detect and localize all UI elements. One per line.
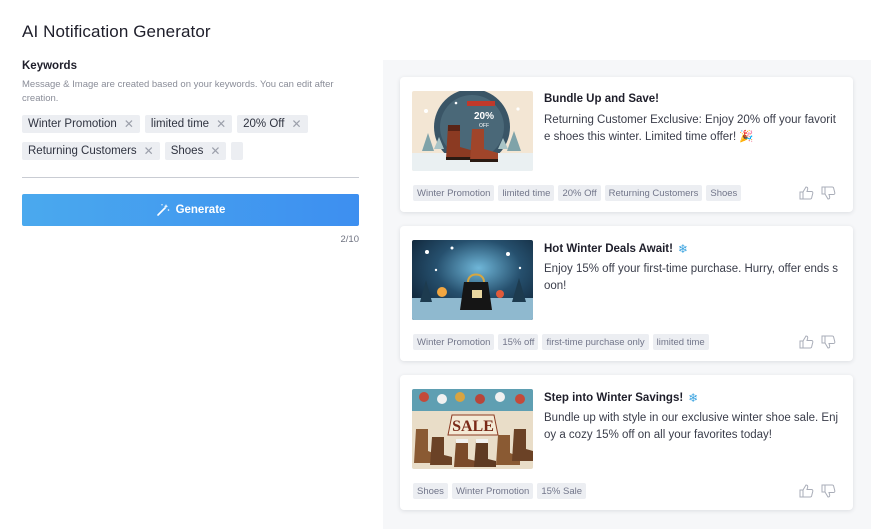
keyword-chip-label: limited time — [150, 118, 210, 130]
keyword-chip: Returning Customers ✕ — [22, 142, 160, 160]
keyword-tag: 15% Sale — [537, 483, 586, 499]
remove-chip-icon[interactable]: ✕ — [144, 145, 154, 157]
feedback-buttons — [799, 484, 836, 498]
remove-chip-icon[interactable]: ✕ — [124, 118, 134, 130]
feedback-buttons — [799, 335, 836, 349]
keyword-tag: Winter Promotion — [451, 483, 534, 499]
keyword-chip-label: 20% Off — [243, 118, 285, 130]
generate-button[interactable]: Generate — [22, 194, 359, 226]
keyword-chip-label: Returning Customers — [28, 145, 137, 157]
keyword-chip: limited time ✕ — [144, 115, 233, 133]
keyword-tag: 15% off — [498, 334, 539, 350]
magic-wand-icon — [156, 204, 169, 216]
notification-title: Step into Winter Savings! ❄ — [544, 391, 699, 405]
notification-message: Bundle up with style in our exclusive wi… — [544, 412, 839, 441]
thumbs-down-icon[interactable] — [821, 484, 836, 498]
image-text-sub: OFF — [479, 123, 489, 129]
snowflake-icon: ❄ — [677, 242, 689, 256]
generation-counter: 2/10 — [340, 234, 360, 245]
notification-tags: Winter Promotion limited time 20% Off Re… — [413, 185, 742, 201]
image-text-main: 20% — [474, 111, 494, 122]
keyword-input[interactable] — [231, 142, 244, 160]
notification-message: Enjoy 15% off your first-time purchase. … — [544, 263, 839, 292]
keyword-chip-label: Winter Promotion — [28, 118, 117, 130]
remove-chip-icon[interactable]: ✕ — [291, 118, 301, 130]
keyword-tag: Winter Promotion — [413, 185, 495, 201]
keyword-chip: 20% Off ✕ — [237, 115, 308, 133]
keywords-label: Keywords — [22, 60, 77, 72]
keywords-panel: Keywords Message & Image are created bas… — [22, 60, 359, 245]
results-panel: 20% OFF Bundle Up and Save! Returning Cu… — [383, 60, 871, 529]
generate-button-label: Generate — [175, 204, 226, 216]
keywords-help-text: Message & Image are created based on you… — [22, 79, 334, 104]
feedback-buttons — [799, 186, 836, 200]
keyword-chip-label: Shoes — [170, 145, 204, 157]
snowflake-icon: ❄ — [688, 391, 699, 405]
keyword-tag: Returning Customers — [604, 185, 703, 201]
thumbs-up-icon[interactable] — [799, 484, 814, 498]
keyword-chip: Shoes ✕ — [164, 142, 227, 160]
keyword-chip-list: Winter Promotion ✕ limited time ✕ 20% Of… — [22, 115, 359, 178]
remove-chip-icon[interactable]: ✕ — [216, 118, 226, 130]
notification-image: 20% OFF — [412, 91, 533, 171]
thumbs-up-icon[interactable] — [799, 335, 814, 349]
notification-tags: Shoes Winter Promotion 15% Sale — [413, 483, 586, 499]
notification-card[interactable]: SALE Step into Winter Savings! ❄ Bundle … — [400, 375, 853, 510]
notification-image: SALE — [412, 389, 533, 469]
notification-message: Returning Customer Exclusive: Enjoy 20% … — [544, 114, 836, 143]
notification-image — [412, 240, 533, 320]
keyword-tag: Shoes — [706, 185, 742, 201]
keyword-tag: Shoes — [413, 483, 448, 499]
remove-chip-icon[interactable]: ✕ — [210, 145, 220, 157]
notification-title: Bundle Up and Save! — [544, 93, 660, 105]
keyword-tag: Winter Promotion — [413, 334, 495, 350]
notification-tags: Winter Promotion 15% off first-time purc… — [413, 334, 709, 350]
notification-title: Hot Winter Deals Await! ❄ — [544, 242, 689, 256]
keyword-tag: limited time — [498, 185, 555, 201]
notification-card[interactable]: Hot Winter Deals Await! ❄ Enjoy 15% off … — [400, 226, 853, 361]
thumbs-down-icon[interactable] — [821, 335, 836, 349]
keyword-tag: limited time — [652, 334, 709, 350]
keyword-chip: Winter Promotion ✕ — [22, 115, 140, 133]
keyword-tag: first-time purchase only — [542, 334, 649, 350]
page-title: AI Notification Generator — [22, 22, 211, 41]
thumbs-up-icon[interactable] — [799, 186, 814, 200]
image-text-main: SALE — [452, 418, 494, 435]
keyword-tag: 20% Off — [558, 185, 601, 201]
thumbs-down-icon[interactable] — [821, 186, 836, 200]
notification-card[interactable]: 20% OFF Bundle Up and Save! Returning Cu… — [400, 77, 853, 212]
